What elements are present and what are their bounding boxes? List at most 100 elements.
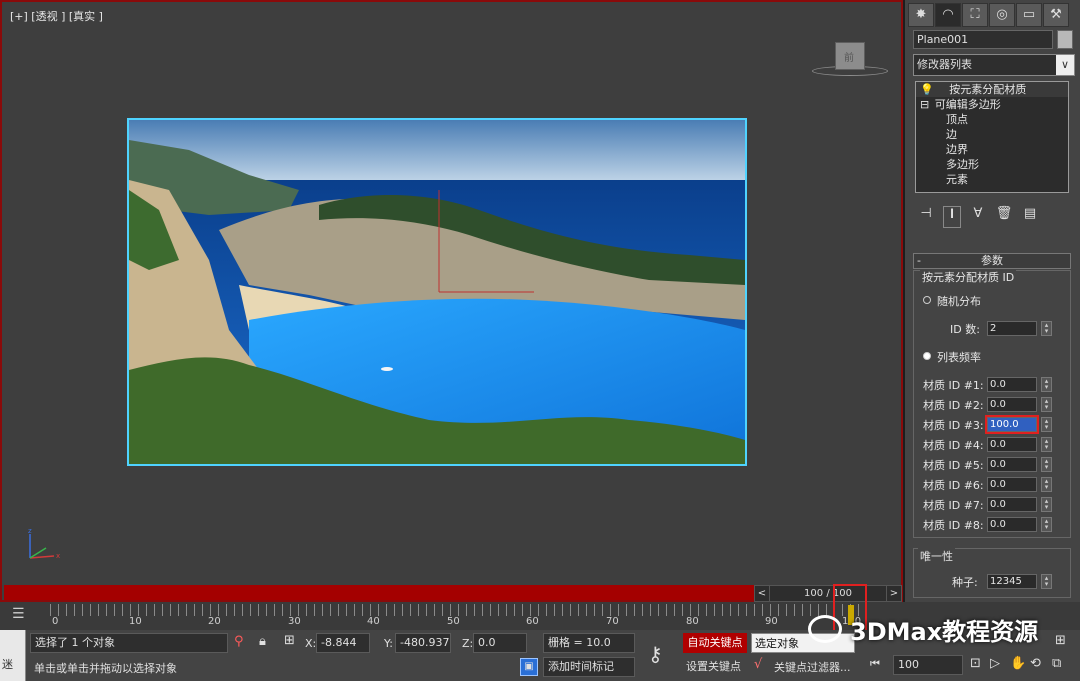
stack-subobject[interactable]: 元素 <box>916 172 1068 187</box>
current-frame-field[interactable]: 100 <box>893 655 963 675</box>
material-id-label: 材质 ID #4: <box>923 439 984 452</box>
time-next-button[interactable]: > <box>887 586 901 601</box>
material-id-field[interactable]: 0.0 <box>987 377 1037 392</box>
material-id-label: 材质 ID #6: <box>923 479 984 492</box>
material-id-spinner[interactable]: ▴ ▾ <box>1041 477 1052 492</box>
tab-display[interactable]: ▭ <box>1016 3 1042 27</box>
selection-status: 选择了 1 个对象 <box>30 633 228 653</box>
random-distribution-label: 随机分布 <box>937 295 981 308</box>
y-coordinate-field[interactable]: -480.937 <box>395 633 451 653</box>
time-slider-value[interactable]: 100 / 100 <box>769 586 887 601</box>
add-time-tag-button[interactable]: 添加时间标记 <box>543 657 635 677</box>
modifier-list-label: 修改器列表 <box>917 58 972 71</box>
ruler-tick: 50 <box>447 616 460 627</box>
z-label: Z: <box>462 637 474 650</box>
viewport-label[interactable]: [+] [透视 ] [真实 ] <box>10 8 103 24</box>
plane-with-photo[interactable] <box>127 118 747 466</box>
pin-stack-icon[interactable]: ⊣ <box>917 206 935 228</box>
parameters-rollout-header[interactable]: - 参数 <box>913 253 1071 269</box>
material-id-spinner[interactable]: ▴ ▾ <box>1041 417 1052 432</box>
make-unique-icon[interactable]: ∀ <box>969 206 987 228</box>
curve-editor-icon[interactable]: ☰ <box>12 606 32 624</box>
fov-icon[interactable]: ▷ <box>990 656 1000 671</box>
chevron-down-icon[interactable]: ∨ <box>1056 55 1074 75</box>
auto-key-button[interactable]: 自动关键点 <box>683 633 747 653</box>
uniqueness-title: 唯一性 <box>918 548 955 564</box>
remove-modifier-icon[interactable]: 🗑︎ <box>995 206 1013 228</box>
group-title: 按元素分配材质 ID <box>920 269 1017 285</box>
uniqueness-group: 唯一性 种子: 12345 ▴ ▾ <box>913 548 1071 598</box>
tab-create[interactable]: ✸ <box>908 3 934 27</box>
rollout-collapse-toggle[interactable]: - <box>917 254 921 268</box>
id-count-spinner[interactable]: ▴ ▾ <box>1041 321 1052 336</box>
perspective-viewport[interactable]: [+] [透视 ] [真实 ] 前 z x <box>0 0 903 602</box>
ruler-tick: 30 <box>288 616 301 627</box>
viewcube[interactable]: 前 <box>835 42 865 70</box>
material-id-spinner[interactable]: ▴ ▾ <box>1041 457 1052 472</box>
time-prev-button[interactable]: < <box>755 586 769 601</box>
tab-modify[interactable]: ◠ <box>935 3 961 27</box>
stack-subobject[interactable]: 边 <box>916 127 1068 142</box>
material-id-spinner[interactable]: ▴ ▾ <box>1041 497 1052 512</box>
isolate-icon[interactable]: ⚲ <box>234 634 244 649</box>
stack-item[interactable]: 💡 按元素分配材质 <box>916 82 1068 97</box>
maximize-viewport-icon[interactable]: ⧉ <box>1052 656 1061 671</box>
configure-sets-icon[interactable]: ▤ <box>1021 206 1039 228</box>
command-panel-tabs: ✸ ◠ ⛶ ◎ ▭ ⚒ <box>908 3 1069 27</box>
id-count-field[interactable]: 2 <box>987 321 1037 336</box>
material-id-field[interactable]: 0.0 <box>987 497 1037 512</box>
goto-start-icon[interactable]: ⏮ <box>870 657 880 671</box>
set-key-icon[interactable]: ⚷ <box>648 642 663 666</box>
seed-spinner[interactable]: ▴ ▾ <box>1041 574 1052 589</box>
modifier-stack[interactable]: 💡 按元素分配材质 ⊟ 可编辑多边形 顶点 边 边界 多边形 元素 <box>915 81 1069 193</box>
pan-hand-icon[interactable]: ✋ <box>1010 656 1026 671</box>
material-id-field[interactable]: 0.0 <box>987 477 1037 492</box>
material-id-field[interactable]: 0.0 <box>987 457 1037 472</box>
wechat-watermark-icon <box>808 615 842 643</box>
material-id-field[interactable]: 0.0 <box>987 517 1037 532</box>
material-id-spinner[interactable]: ▴ ▾ <box>1041 517 1052 532</box>
material-id-field-active[interactable]: 100.0 <box>985 415 1039 434</box>
key-filters-button[interactable]: 关键点过滤器... <box>774 659 851 675</box>
material-id-spinner[interactable]: ▴ ▾ <box>1041 377 1052 392</box>
material-id-field[interactable]: 0.0 <box>987 397 1037 412</box>
material-id-label: 材质 ID #2: <box>923 399 984 412</box>
list-frequency-radio[interactable] <box>923 352 931 360</box>
object-color-swatch[interactable] <box>1057 30 1073 49</box>
material-id-spinner[interactable]: ▴ ▾ <box>1041 397 1052 412</box>
seed-label: 种子: <box>952 576 978 589</box>
object-name-field[interactable]: Plane001 <box>913 30 1053 49</box>
world-axis-gizmo: z x <box>28 527 60 560</box>
zoom-all-icon[interactable]: ⊞ <box>1055 633 1066 648</box>
lock-icon[interactable]: 🔒︎ <box>259 634 266 649</box>
transform-mode-icon[interactable]: ⊞ <box>284 633 295 648</box>
zoom-extents-icon[interactable]: ⊡ <box>970 656 981 671</box>
seed-field[interactable]: 12345 <box>987 574 1037 589</box>
collapse-icon[interactable]: ⊟ <box>920 98 929 111</box>
maxscript-listener[interactable]: 迷 <box>0 630 26 681</box>
material-id-field[interactable]: 0.0 <box>987 437 1037 452</box>
stack-subobject[interactable]: 顶点 <box>916 112 1068 127</box>
beach-photo <box>129 120 745 464</box>
stack-toolbar: ⊣ 𝐈 ∀ 🗑︎ ▤ <box>917 206 1069 228</box>
stack-item[interactable]: ⊟ 可编辑多边形 <box>916 97 1068 112</box>
stack-subobject[interactable]: 多边形 <box>916 157 1068 172</box>
orbit-icon[interactable]: ⟲ <box>1030 656 1041 671</box>
tab-motion[interactable]: ◎ <box>989 3 1015 27</box>
tab-utilities[interactable]: ⚒ <box>1043 3 1069 27</box>
show-end-result-icon[interactable]: 𝐈 <box>943 206 961 228</box>
time-tag-icon[interactable]: ▣ <box>520 658 538 676</box>
x-coordinate-field[interactable]: -8.844 <box>316 633 370 653</box>
material-id-label: 材质 ID #5: <box>923 459 984 472</box>
set-key-button[interactable]: 设置关键点 <box>686 658 741 674</box>
time-slider[interactable]: < 100 / 100 > <box>754 585 902 602</box>
z-coordinate-field[interactable]: 0.0 <box>473 633 527 653</box>
tab-hierarchy[interactable]: ⛶ <box>962 3 988 27</box>
key-filter-icon[interactable]: √ <box>754 657 762 672</box>
material-id-spinner[interactable]: ▴ ▾ <box>1041 437 1052 452</box>
lightbulb-icon[interactable]: 💡 <box>920 83 934 96</box>
prompt-line: 单击或单击并拖动以选择对象 <box>34 662 177 675</box>
random-distribution-radio[interactable] <box>923 296 931 304</box>
modifier-list-dropdown[interactable]: 修改器列表 ∨ <box>913 54 1075 76</box>
stack-subobject[interactable]: 边界 <box>916 142 1068 157</box>
